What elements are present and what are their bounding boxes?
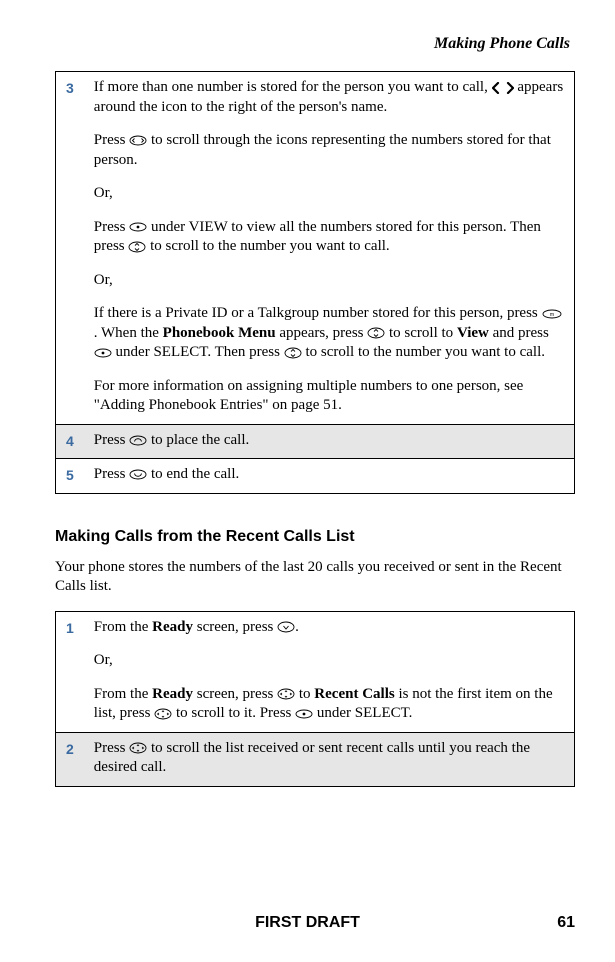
bold-text: Phonebook Menu (163, 325, 276, 341)
bold-text: Recent Calls (314, 686, 394, 702)
or-text: Or, (94, 271, 564, 291)
text: appears, press (276, 325, 368, 341)
bold-text: View (457, 325, 489, 341)
step-row-1: 1 From the Ready screen, press . Or, Fro… (56, 611, 575, 732)
text: . (295, 619, 299, 635)
nav-ud-icon (128, 241, 146, 253)
end-key-icon (129, 469, 147, 480)
send-key-icon (129, 435, 147, 446)
nav-all-icon (277, 688, 295, 700)
text: Press (94, 432, 129, 448)
svg-text:m: m (549, 312, 553, 318)
text: screen, press (193, 619, 277, 635)
step-row-5: 5 Press to end the call. (56, 459, 575, 494)
softkey-icon (129, 222, 147, 232)
text: to scroll to it. Press (172, 705, 295, 721)
text: to scroll the list received or sent rece… (94, 740, 530, 776)
step-num: 5 (56, 459, 84, 494)
softkey-icon (295, 709, 313, 719)
step-num: 1 (56, 611, 84, 732)
step-row-2: 2 Press to scroll the list received or s… (56, 732, 575, 786)
text: Press (94, 466, 129, 482)
softkey-icon (94, 348, 112, 358)
nav-all-icon (154, 708, 172, 720)
text: to scroll through the icons representing… (94, 132, 551, 168)
menu-key-icon: m (542, 309, 562, 319)
text: Press (94, 740, 129, 756)
text: to scroll to (385, 325, 457, 341)
bold-text: Ready (152, 619, 193, 635)
step-content: Press to place the call. (84, 424, 575, 459)
step-content: From the Ready screen, press . Or, From … (84, 611, 575, 732)
text: Press (94, 219, 129, 235)
step-para: For more information on assigning multip… (94, 377, 564, 416)
step-para: Press under VIEW to view all the numbers… (94, 218, 564, 257)
page-header: Making Phone Calls (55, 35, 575, 53)
text: and press (489, 325, 549, 341)
steps-table-1: 3 If more than one number is stored for … (55, 71, 575, 494)
step-para: Press to scroll through the icons repres… (94, 131, 564, 170)
step-num: 3 (56, 72, 84, 425)
step-num: 4 (56, 424, 84, 459)
text: to end the call. (147, 466, 239, 482)
nav-down-icon (277, 621, 295, 633)
step-row-4: 4 Press to place the call. (56, 424, 575, 459)
or-text: Or, (94, 184, 564, 204)
bold-text: Ready (152, 686, 193, 702)
subheading: Making Calls from the Recent Calls List (55, 528, 575, 546)
step-para: From the Ready screen, press . (94, 618, 564, 638)
page-number: 61 (557, 914, 575, 932)
text: screen, press (193, 686, 277, 702)
nav-ud-icon (284, 347, 302, 359)
or-text: Or, (94, 651, 564, 671)
intro-text: Your phone stores the numbers of the las… (55, 558, 575, 597)
text: If more than one number is stored for th… (94, 79, 492, 95)
nav-ud-icon (367, 327, 385, 339)
text: to scroll to the number you want to call… (302, 344, 545, 360)
step-content: If more than one number is stored for th… (84, 72, 575, 425)
text: If there is a Private ID or a Talkgroup … (94, 305, 542, 321)
text: to scroll to the number you want to call… (146, 238, 389, 254)
text: to (295, 686, 314, 702)
text: From the (94, 686, 152, 702)
nav-all-icon (129, 742, 147, 754)
footer-text: FIRST DRAFT (0, 914, 615, 932)
step-para: If more than one number is stored for th… (94, 78, 564, 117)
nav-lr-icon (129, 135, 147, 146)
step-content: Press to scroll the list received or sen… (84, 732, 575, 786)
text: . When the (94, 325, 163, 341)
step-para: If there is a Private ID or a Talkgroup … (94, 304, 564, 363)
steps-table-2: 1 From the Ready screen, press . Or, Fro… (55, 611, 575, 787)
step-content: Press to end the call. (84, 459, 575, 494)
text: to place the call. (147, 432, 249, 448)
text: From the (94, 619, 152, 635)
text: under SELECT. (313, 705, 412, 721)
text: under SELECT. Then press (112, 344, 284, 360)
arrows-icon (492, 82, 514, 94)
step-num: 2 (56, 732, 84, 786)
step-para: From the Ready screen, press to Recent C… (94, 685, 564, 724)
step-row-3: 3 If more than one number is stored for … (56, 72, 575, 425)
text: Press (94, 132, 129, 148)
